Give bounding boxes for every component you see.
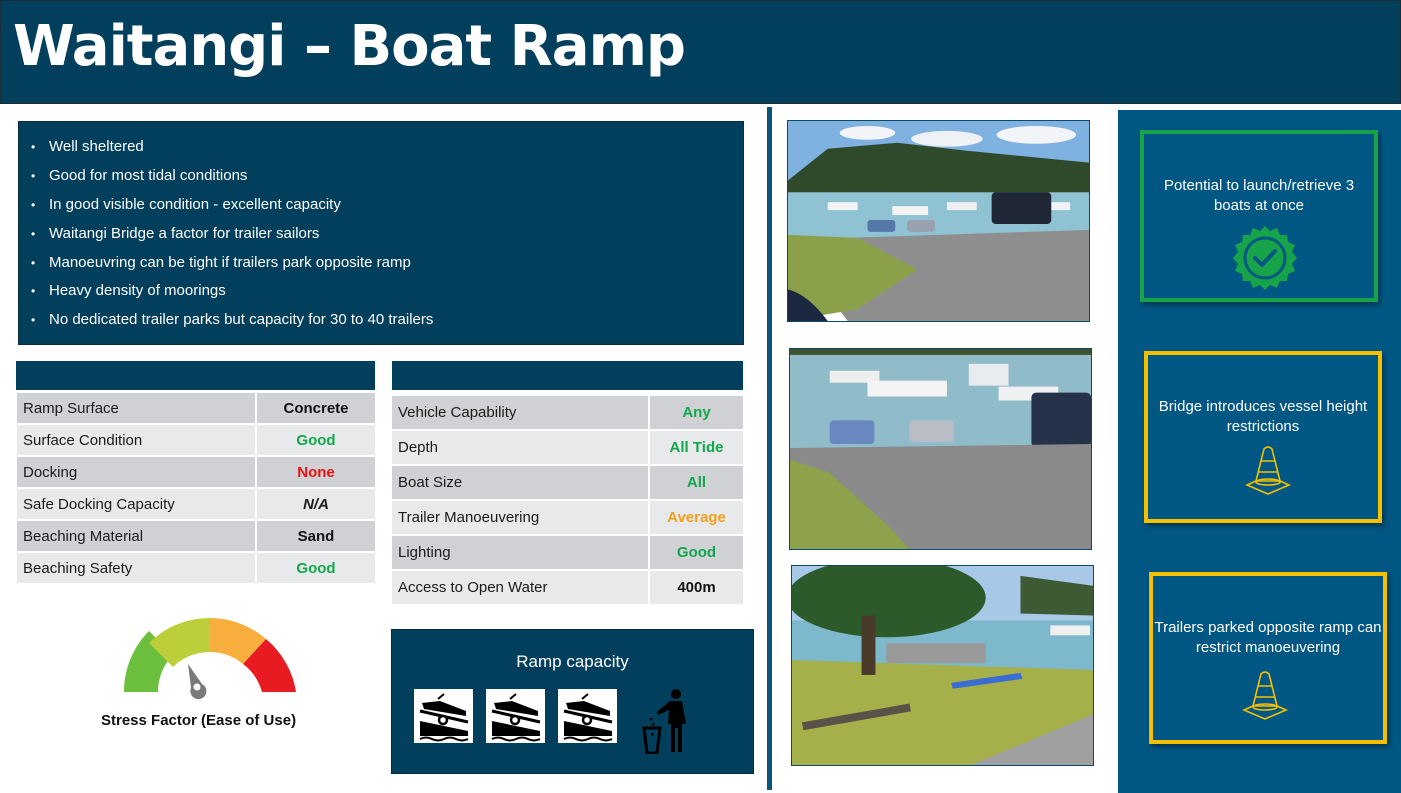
callout-text: Bridge introduces vessel height restrict…	[1158, 398, 1368, 435]
boat-ramp-icon	[414, 689, 473, 743]
column-divider	[767, 107, 772, 790]
table-row: Boat Size All	[390, 464, 745, 501]
row-value: Good	[648, 534, 745, 571]
row-label: Beaching Material	[15, 519, 257, 553]
feature-item: Waitangi Bridge a factor for trailer sai…	[31, 224, 743, 253]
callout-launch-capacity: Potential to launch/retrieve 3 boats at …	[1140, 130, 1378, 302]
table-row: Lighting Good	[390, 534, 745, 571]
row-value: Good	[255, 423, 377, 457]
feature-item: No dedicated trailer parks but capacity …	[31, 310, 743, 339]
callout-bridge-height: Bridge introduces vessel height restrict…	[1144, 351, 1382, 523]
row-label: Access to Open Water	[390, 569, 650, 606]
boat-ramp-icon	[486, 689, 545, 743]
traffic-cone-icon	[1245, 446, 1291, 495]
row-value: Concrete	[255, 391, 377, 425]
table-row: Docking None	[15, 455, 377, 489]
row-value: N/A	[255, 487, 377, 521]
feature-item: Good for most tidal conditions	[31, 166, 743, 195]
table-row: Surface Condition Good	[15, 423, 377, 457]
stress-gauge	[123, 617, 296, 700]
callouts-panel: Potential to launch/retrieve 3 boats at …	[1118, 110, 1401, 793]
title-bar: Waitangi – Boat Ramp	[0, 0, 1401, 104]
row-label: Boat Size	[390, 464, 650, 501]
feature-item: Manoeuvring can be tight if trailers par…	[31, 253, 743, 282]
table-row: Access to Open Water 400m	[390, 569, 745, 606]
row-value: 400m	[648, 569, 745, 606]
row-value: Any	[648, 394, 745, 431]
features-panel: Well sheltered Good for most tidal condi…	[18, 121, 744, 345]
traffic-cone-icon	[1242, 671, 1288, 720]
ramp-table: Ramp Surface Concrete Surface Condition …	[15, 391, 377, 585]
photo-ramp-shore	[791, 565, 1094, 766]
check-badge-icon	[1233, 226, 1297, 290]
access-table-header	[392, 361, 743, 390]
stress-gauge-label: Stress Factor (Ease of Use)	[101, 712, 297, 729]
row-value: Sand	[255, 519, 377, 553]
row-value: All	[648, 464, 745, 501]
row-label: Depth	[390, 429, 650, 466]
features-list: Well sheltered Good for most tidal condi…	[31, 137, 743, 339]
feature-item: Well sheltered	[31, 137, 743, 166]
photo-ramp-launching	[789, 348, 1092, 550]
callout-trailer-parking: Trailers parked opposite ramp can restri…	[1149, 572, 1387, 744]
table-row: Depth All Tide	[390, 429, 745, 466]
photo-ramp-overview	[787, 120, 1090, 322]
table-row: Trailer Manoeuvering Average	[390, 499, 745, 536]
boat-ramp-icon	[558, 689, 617, 743]
ramp-table-header	[16, 361, 375, 390]
table-row: Beaching Safety Good	[15, 551, 377, 585]
table-row: Ramp Surface Concrete	[15, 391, 377, 425]
row-label: Safe Docking Capacity	[15, 487, 257, 521]
table-row: Beaching Material Sand	[15, 519, 377, 553]
row-label: Docking	[15, 455, 257, 489]
callout-text: Trailers parked opposite ramp can restri…	[1154, 619, 1382, 656]
row-value: All Tide	[648, 429, 745, 466]
ramp-capacity-title: Ramp capacity	[516, 652, 629, 671]
table-row: Vehicle Capability Any	[390, 394, 745, 431]
row-label: Lighting	[390, 534, 650, 571]
row-label: Vehicle Capability	[390, 394, 650, 431]
row-label: Ramp Surface	[15, 391, 257, 425]
row-label: Beaching Safety	[15, 551, 257, 585]
feature-item: In good visible condition - excellent ca…	[31, 195, 743, 224]
litter-bin-icon	[642, 689, 686, 754]
row-value: Good	[255, 551, 377, 585]
ramp-capacity-panel: Ramp capacity	[391, 629, 754, 774]
table-row: Safe Docking Capacity N/A	[15, 487, 377, 521]
feature-item: Heavy density of moorings	[31, 281, 743, 310]
row-value: Average	[648, 499, 745, 536]
row-value: None	[255, 455, 377, 489]
gauge-needle	[188, 664, 207, 700]
access-table: Vehicle Capability Any Depth All Tide Bo…	[390, 394, 745, 606]
page-title: Waitangi – Boat Ramp	[13, 14, 686, 79]
row-label: Trailer Manoeuvering	[390, 499, 650, 536]
callout-text: Potential to launch/retrieve 3 boats at …	[1163, 177, 1355, 214]
row-label: Surface Condition	[15, 423, 257, 457]
